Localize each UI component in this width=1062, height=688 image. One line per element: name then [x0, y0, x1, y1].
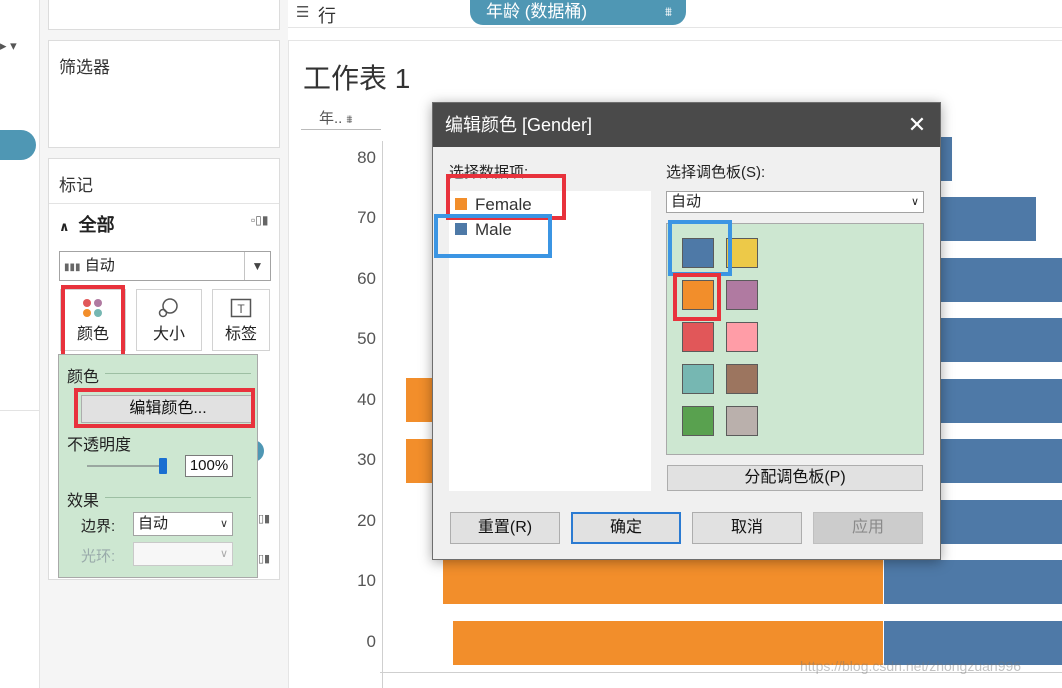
divider — [301, 129, 381, 130]
effects-label: 效果 — [67, 493, 100, 510]
halo-label: 光环: — [81, 548, 116, 565]
swatch-red[interactable] — [682, 322, 714, 352]
male-bar-40[interactable] — [940, 379, 1062, 423]
swatch-green[interactable] — [682, 406, 714, 436]
marks-all-row[interactable]: ∧ 全部 — [59, 211, 115, 237]
bar-chart-icon: ▯▮ — [258, 553, 271, 565]
size-icon — [137, 290, 201, 320]
y-axis-field-label: 年.. — [319, 110, 343, 127]
ok-button[interactable]: 确定 — [571, 512, 681, 544]
filters-title: 筛选器 — [59, 58, 110, 77]
y-tick: 60 — [357, 269, 376, 288]
pages-card — [48, 0, 280, 30]
male-bar-50[interactable] — [940, 318, 1062, 362]
sheet-title: 工作表 1 — [303, 63, 411, 94]
highlight-male-item — [434, 214, 552, 258]
highlight-orange-swatch — [673, 273, 721, 321]
text-label-icon: T — [213, 290, 269, 320]
rows-list-icon: ☰ — [296, 4, 310, 21]
swatch-gray[interactable] — [726, 406, 758, 436]
male-bar-10[interactable] — [884, 560, 1062, 604]
opacity-label: 不透明度 — [67, 437, 132, 454]
male-bar-70[interactable] — [940, 197, 1036, 241]
size-mark-label: 大小 — [152, 326, 185, 343]
marks-title: 标记 — [59, 176, 93, 195]
mark-type-select[interactable]: ▮▮▮ 自动 ▼ — [59, 251, 271, 281]
y-tick: 20 — [357, 511, 376, 530]
size-mark-button[interactable]: 大小 — [136, 289, 202, 351]
border-label: 边界: — [81, 518, 116, 535]
female-bar-10[interactable] — [443, 560, 883, 604]
chevron-down-icon: ▼ — [244, 252, 270, 280]
y-tick: 10 — [357, 571, 376, 590]
close-icon[interactable]: ✕ — [903, 111, 931, 139]
male-bar-60[interactable] — [940, 258, 1062, 302]
male-bar-30[interactable] — [940, 439, 1062, 483]
apply-button[interactable]: 应用 — [813, 512, 923, 544]
opacity-slider-track[interactable] — [87, 465, 167, 467]
y-tick: 30 — [357, 450, 376, 469]
bar-chart-icon: ▯▮ — [258, 513, 271, 525]
opacity-value-input[interactable]: 100% — [185, 455, 233, 477]
y-axis-line — [382, 141, 383, 688]
age-bin-pill-label: 年龄 (数据桶) — [486, 2, 588, 21]
rows-label: 行 — [318, 6, 336, 26]
dialog-titlebar: 编辑颜色 [Gender] — [433, 103, 940, 147]
mark-type-value: 自动 — [84, 257, 115, 274]
swatch-purple[interactable] — [726, 280, 758, 310]
age-bin-pill[interactable]: 年龄 (数据桶) ⩩ — [470, 0, 686, 25]
y-tick: 80 — [357, 148, 376, 167]
divider — [0, 410, 40, 411]
border-select-value: 自动 — [138, 515, 169, 532]
marks-all-label: 全部 — [78, 215, 115, 235]
divider — [105, 497, 251, 498]
filters-card[interactable]: 筛选器 — [48, 40, 280, 148]
swatch-pink[interactable] — [726, 322, 758, 352]
y-tick: 0 — [366, 632, 376, 651]
watermark: https://blog.csdn.net/zhongzuan996 — [800, 658, 1022, 674]
sort-icon: ⩩ — [665, 4, 672, 19]
highlight-color-button — [61, 285, 125, 363]
bar-chart-icon: ▫▯▮ — [251, 213, 269, 227]
palette-select[interactable]: 自动 ∨ — [666, 191, 924, 213]
swatch-brown[interactable] — [726, 364, 758, 394]
sidebar-toggle[interactable] — [0, 130, 36, 160]
label-mark-label: 标签 — [224, 326, 257, 343]
cancel-button[interactable]: 取消 — [692, 512, 802, 544]
y-tick: 70 — [357, 208, 376, 227]
label-mark-button[interactable]: T 标签 — [212, 289, 270, 351]
palette-select-value: 自动 — [671, 193, 702, 210]
halo-select[interactable]: ∨ — [133, 542, 233, 566]
dropdown-indicator[interactable]: ▸ ▾ — [0, 38, 17, 54]
border-select[interactable]: 自动 ∨ — [133, 512, 233, 536]
popup-color-heading: 颜色 — [67, 369, 100, 386]
divider — [49, 203, 279, 204]
svg-text:T: T — [237, 302, 245, 316]
chevron-down-icon: ∨ — [219, 518, 228, 530]
chevron-down-icon: ∨ — [219, 548, 228, 560]
highlight-blue-swatch — [668, 220, 732, 276]
opacity-slider-handle[interactable] — [159, 458, 167, 474]
assign-palette-button[interactable]: 分配调色板(P) — [667, 465, 923, 491]
chevron-up-icon: ∧ — [59, 219, 70, 234]
left-sidebar-strip: ▸ ▾ — [0, 0, 40, 688]
bar-chart-icon: ▮▮▮ — [64, 262, 81, 273]
y-tick: 40 — [357, 390, 376, 409]
palette-label: 选择调色板(S): — [666, 164, 766, 181]
highlight-edit-colors — [74, 388, 255, 428]
divider — [105, 373, 251, 374]
y-tick: 50 — [357, 329, 376, 348]
male-bar-80[interactable] — [940, 137, 952, 181]
dialog-title: 编辑颜色 [Gender] — [445, 115, 593, 135]
reset-button[interactable]: 重置(R) — [450, 512, 560, 544]
edit-colors-dialog: 编辑颜色 [Gender] ✕ 选择数据项: Female Male 选择调色板… — [432, 102, 941, 560]
y-axis-field-header[interactable]: 年.. ⩩ — [319, 107, 352, 128]
sort-icon: ⩩ — [346, 114, 353, 126]
chevron-down-icon: ∨ — [910, 196, 919, 208]
swatch-teal[interactable] — [682, 364, 714, 394]
